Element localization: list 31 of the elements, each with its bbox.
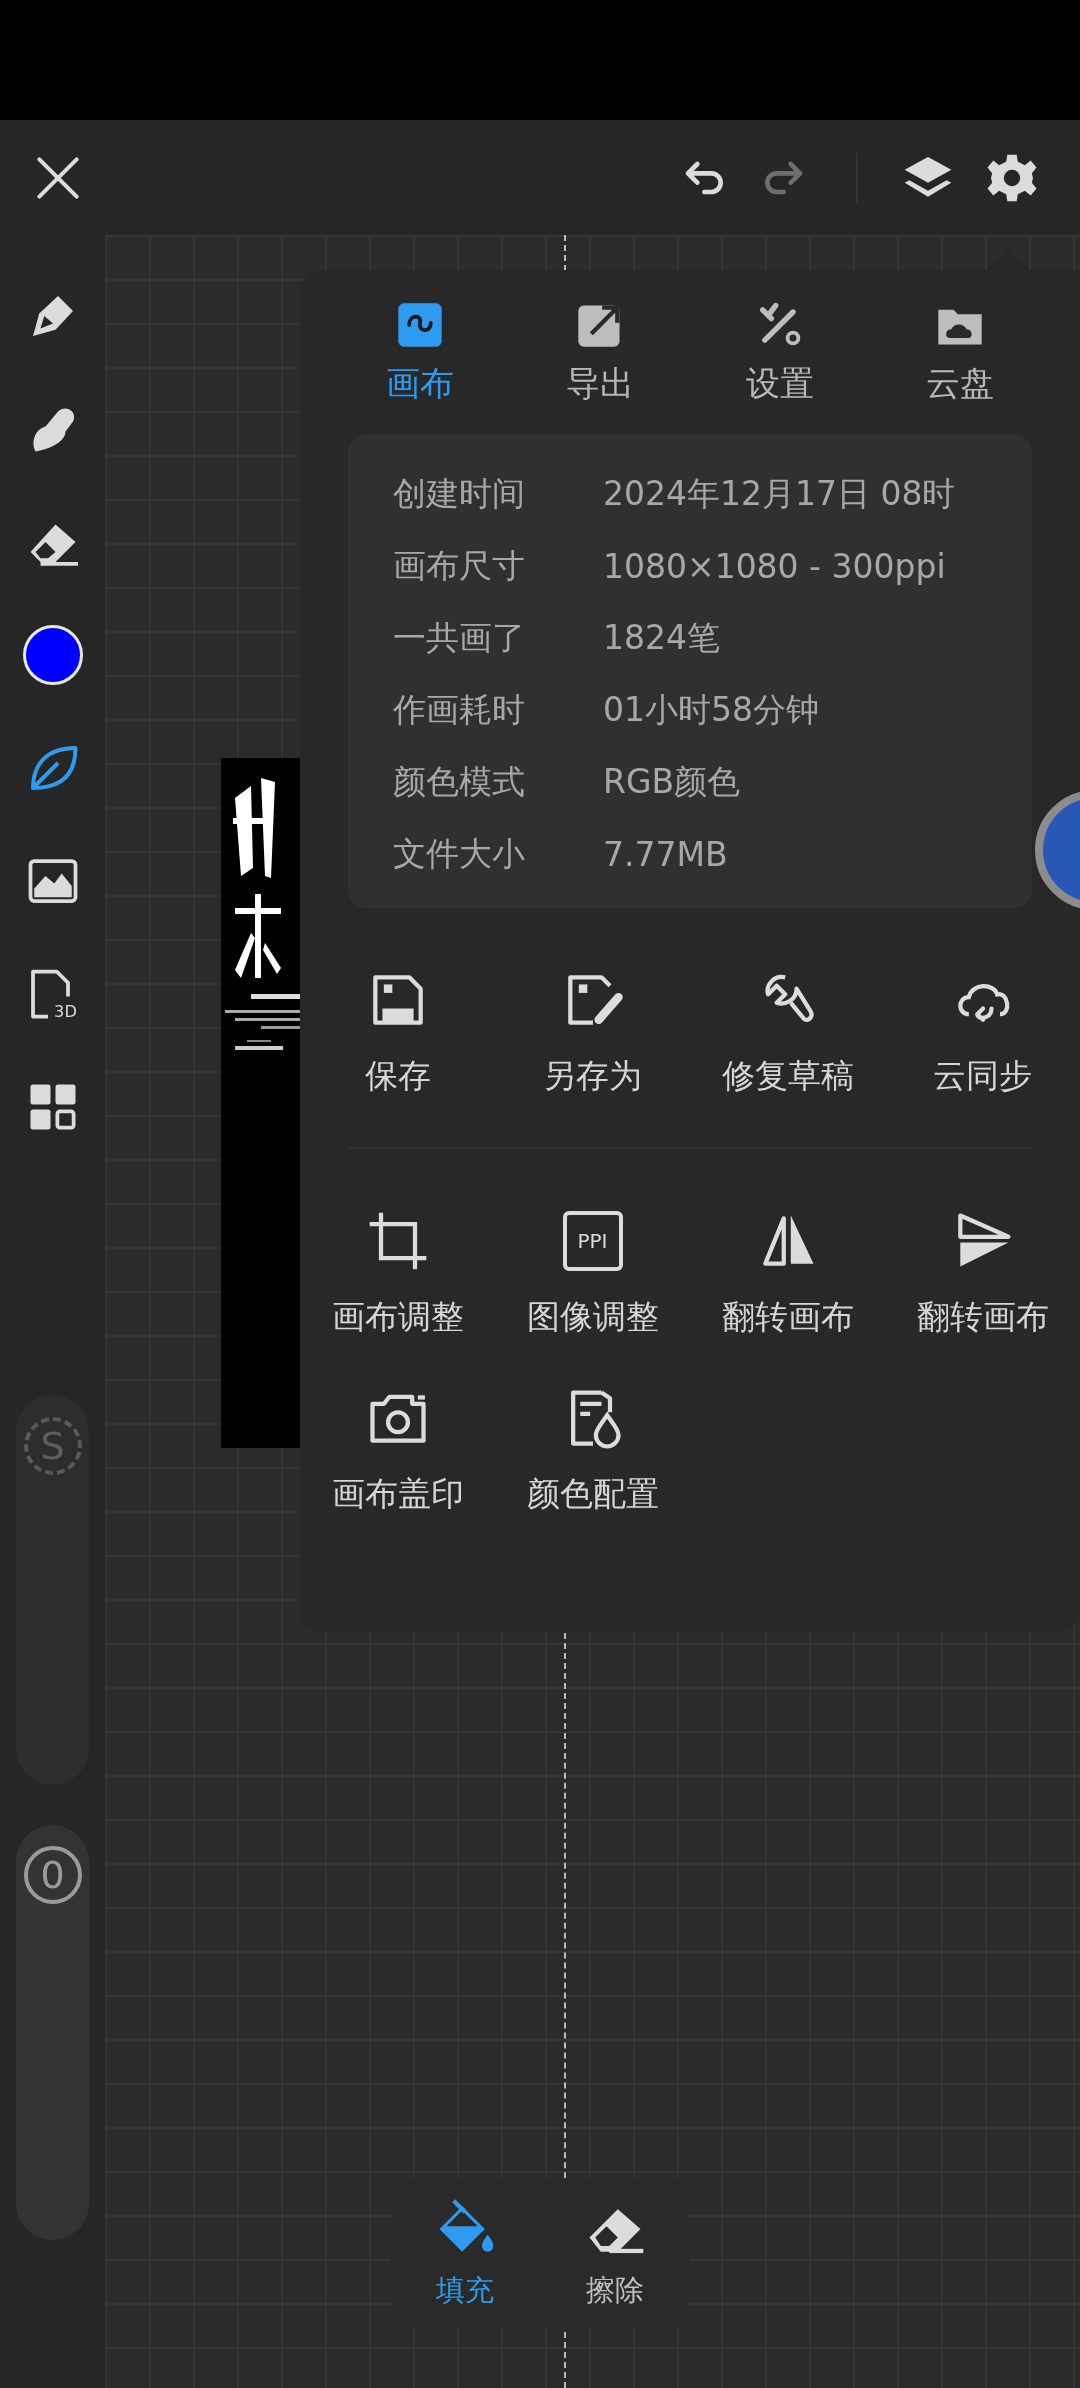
info-value: 7.77MB [603,834,728,874]
slider-thumb[interactable]: 0 [23,1845,82,1904]
info-label: 文件大小 [393,832,526,875]
tool-button[interactable]: 擦除 [540,2178,690,2328]
info-label: 颜色模式 [393,760,526,803]
menu-tab[interactable]: 设置 [690,298,870,408]
menu-action[interactable]: 翻转画布 [885,1207,1080,1340]
menu-tab[interactable]: 画布 [330,298,510,408]
info-value: RGB颜色 [603,760,741,803]
menu-action[interactable]: 画布调整 [300,1207,495,1340]
info-label: 画布尺寸 [393,544,526,587]
menu-action[interactable]: 画布盖印 [300,1384,495,1517]
info-value: 1080×1080 - 300ppi [603,546,946,586]
menu-tab[interactable]: 云盘 [870,298,1050,408]
menu-action[interactable]: 云同步 [885,966,1080,1099]
info-value: 01小时58分钟 [603,688,819,731]
menu-tab[interactable]: 导出 [510,298,690,408]
tool-button[interactable]: 填充 [390,2178,540,2328]
menu-action[interactable]: 另存为 [495,966,690,1099]
info-value: 2024年12月17日 08时 [603,472,956,515]
menu-action[interactable]: 翻转画布 [690,1207,885,1340]
vertical-slider[interactable]: 0 [16,1825,89,2240]
info-value: 1824笔 [603,616,720,659]
menu-action[interactable]: 修复草稿 [690,966,885,1099]
info-label: 一共画了 [393,616,526,659]
menu-action[interactable]: PPI 图像调整 [495,1207,690,1340]
menu-action[interactable]: 保存 [300,966,495,1099]
info-label: 作画耗时 [393,688,526,731]
info-label: 创建时间 [393,472,526,515]
ppi-icon: PPI [562,1211,623,1271]
menu-action[interactable]: 颜色配置 [495,1384,690,1517]
